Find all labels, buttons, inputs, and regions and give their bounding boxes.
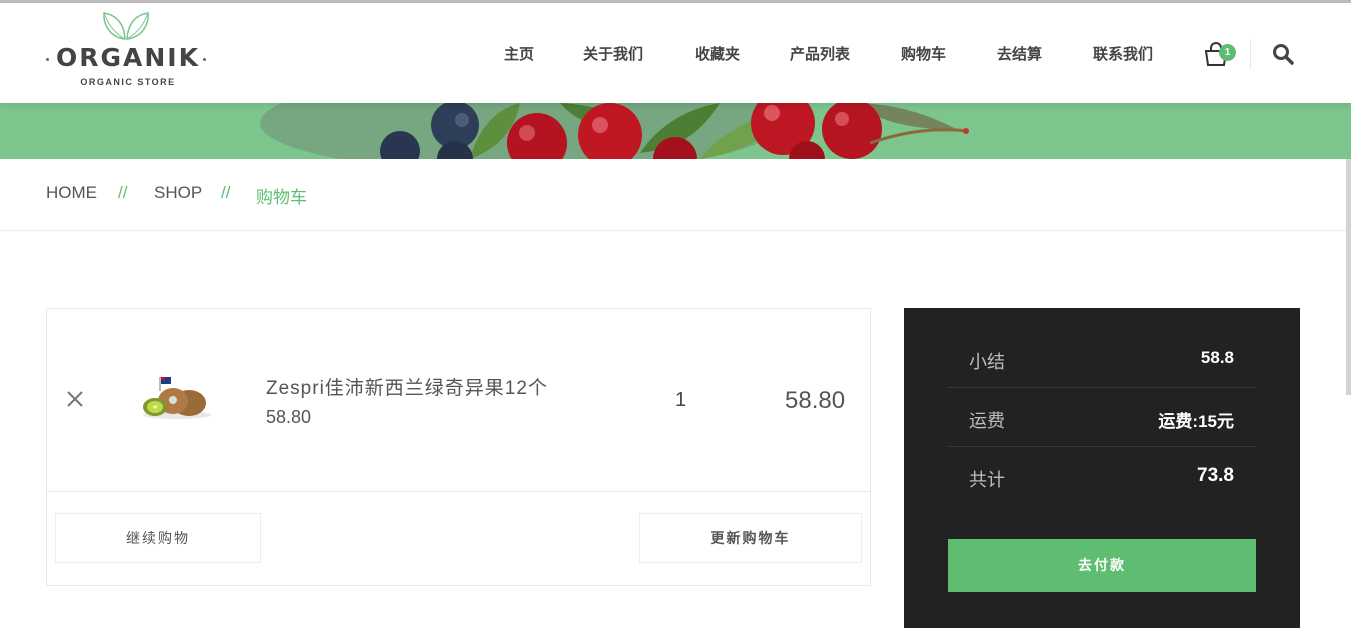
nav-favorites[interactable]: 收藏夹 [695,43,740,64]
product-name[interactable]: Zespri佳沛新西兰绿奇异果12个 [266,373,548,400]
logo-dot [203,58,206,61]
leaf-icon [103,12,149,40]
breadcrumb-home[interactable]: HOME [46,183,97,203]
subtotal-label: 小结 [969,352,1005,372]
nav-home[interactable]: 主页 [504,43,534,64]
section-divider [0,230,1351,231]
close-icon[interactable] [63,387,87,411]
breadcrumb-separator: // [221,183,231,202]
row-divider [47,491,870,492]
update-cart-button[interactable]: 更新购物车 [639,513,862,563]
cart-page: ORGANIK ORGANIC STORE 主页 关于我们 收藏夹 产品列表 购… [0,0,1351,628]
nav-about[interactable]: 关于我们 [583,43,643,64]
subtotal-row: 小结 58.8 [948,329,1256,388]
nav-divider [1250,39,1251,69]
shipping-label: 运费 [969,411,1005,431]
breadcrumb-separator: // [118,183,128,202]
breadcrumb-current: 购物车 [256,188,307,207]
cart-totals: 小结 58.8 运费 运费:15元 共计 73.8 去付款 [904,308,1300,628]
shipping-row: 运费 运费:15元 [948,388,1256,447]
nav-products[interactable]: 产品列表 [790,43,850,64]
fruit-banner-image [260,103,969,159]
cart-count-badge: 1 [1219,44,1236,61]
hero-banner [0,103,1351,159]
breadcrumb-shop[interactable]: SHOP [154,183,202,203]
continue-shopping-button[interactable]: 继续购物 [55,513,261,563]
nav-contact[interactable]: 联系我们 [1093,43,1153,64]
page-scrollbar[interactable] [1346,140,1351,395]
product-thumbnail[interactable] [139,373,215,421]
logo-tagline: ORGANIC STORE [80,77,176,87]
product-unit-price: 58.80 [266,407,312,427]
product-quantity[interactable]: 1 [675,389,686,412]
checkout-button[interactable]: 去付款 [948,539,1256,592]
search-icon[interactable] [1272,43,1294,65]
logo[interactable]: ORGANIK ORGANIC STORE [44,11,212,93]
total-row: 共计 73.8 [948,447,1256,506]
total-label: 共计 [969,470,1005,490]
nav-checkout[interactable]: 去结算 [997,43,1042,64]
total-value: 73.8 [1197,465,1234,486]
shipping-value: 运费:15元 [1158,412,1234,431]
cart-table: Zespri佳沛新西兰绿奇异果12个 58.80 1 58.80 继续购物 更新… [46,308,871,586]
product-line-total: 58.80 [785,387,846,414]
site-header: ORGANIK ORGANIC STORE 主页 关于我们 收藏夹 产品列表 购… [0,3,1351,103]
nav-cart[interactable]: 购物车 [901,43,946,64]
logo-brand: ORGANIK [56,43,200,72]
subtotal-value: 58.8 [1200,348,1234,367]
